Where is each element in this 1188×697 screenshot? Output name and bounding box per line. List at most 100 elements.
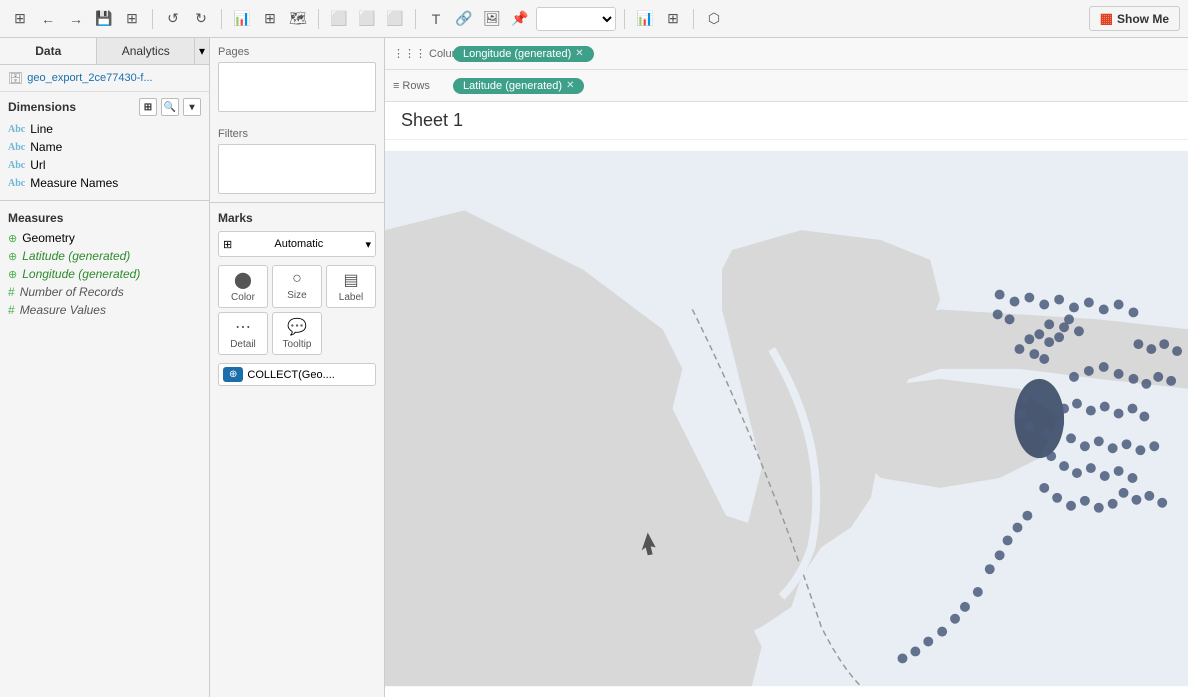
pages-shelf[interactable] xyxy=(218,62,376,112)
map-svg xyxy=(385,140,1188,697)
measure-num-records[interactable]: # Number of Records xyxy=(0,283,209,301)
abc-icon-measure-names: Abc xyxy=(8,178,25,189)
marks-type-icon: ⊞ xyxy=(223,238,232,251)
panel-tab-dropdown[interactable]: ▾ xyxy=(195,38,209,64)
columns-pill-close[interactable]: ✕ xyxy=(575,48,583,59)
dimensions-header: Dimensions ⊞ 🔍 ▾ xyxy=(0,92,209,120)
marks-detail-btn[interactable]: ⋯ Detail xyxy=(218,312,268,355)
hash-icon-values: # xyxy=(8,303,15,317)
dimensions-grid-btn[interactable]: ⊞ xyxy=(139,98,157,116)
marks-tooltip-btn[interactable]: 💬 Tooltip xyxy=(272,312,322,355)
data-source-name: geo_export_2ce77430-f... xyxy=(27,72,152,84)
marks-type-label: Automatic xyxy=(274,238,323,250)
measure-latitude-label: Latitude (generated) xyxy=(22,249,130,263)
collect-field-row[interactable]: ⊕ COLLECT(Geo.... xyxy=(218,363,376,386)
map-icon[interactable]: 🗺 xyxy=(286,7,310,31)
measure-geometry-label: Geometry xyxy=(22,231,75,245)
marks-tooltip-label: Tooltip xyxy=(283,339,312,350)
geo-icon-latitude: ⊕ xyxy=(8,250,17,263)
measures-divider xyxy=(0,200,209,201)
marks-color-btn[interactable]: ⬤ Color xyxy=(218,265,268,308)
table-icon[interactable]: ⊞ xyxy=(258,7,282,31)
redo-icon[interactable]: ↻ xyxy=(189,7,213,31)
pin-icon[interactable]: 📌 xyxy=(508,7,532,31)
size-icon: ○ xyxy=(292,270,302,288)
dim-name[interactable]: Abc Name xyxy=(0,138,209,156)
collect-tag: ⊕ xyxy=(223,367,243,382)
sep3 xyxy=(318,9,319,29)
tab-analytics[interactable]: Analytics xyxy=(97,38,194,64)
viz-type-dropdown[interactable] xyxy=(536,7,616,31)
dim-measure-names[interactable]: Abc Measure Names xyxy=(0,174,209,192)
back-icon[interactable]: ← xyxy=(36,7,60,31)
layout3-icon[interactable]: ⬜ xyxy=(383,7,407,31)
link-icon[interactable]: 🔗 xyxy=(452,7,476,31)
dashboard-icon[interactable]: ⊞ xyxy=(661,7,685,31)
filters-section: Filters xyxy=(210,120,384,202)
rows-pill-close[interactable]: ✕ xyxy=(566,80,574,91)
filters-shelf[interactable] xyxy=(218,144,376,194)
dim-line-label: Line xyxy=(30,122,53,136)
marks-size-label: Size xyxy=(287,290,306,301)
tooltip-icon: 💬 xyxy=(287,317,307,337)
measure-latitude[interactable]: ⊕ Latitude (generated) xyxy=(0,247,209,265)
abc-icon-name: Abc xyxy=(8,142,25,153)
marks-label: Marks xyxy=(218,211,376,225)
rows-shelf: ≡ Rows Latitude (generated) ✕ xyxy=(385,70,1188,102)
marks-detail-label: Detail xyxy=(230,339,256,350)
layout2-icon[interactable]: ⬜ xyxy=(355,7,379,31)
add-datasource-icon[interactable]: ⊞ xyxy=(120,7,144,31)
geo-icon-longitude: ⊕ xyxy=(8,268,17,281)
marks-type-dropdown[interactable]: ⊞ Automatic ▾ xyxy=(218,231,376,257)
forward-icon[interactable]: → xyxy=(64,7,88,31)
measure-longitude[interactable]: ⊕ Longitude (generated) xyxy=(0,265,209,283)
rows-icon: ≡ xyxy=(393,80,399,92)
detail-icon: ⋯ xyxy=(235,317,251,337)
home-icon[interactable]: ⊞ xyxy=(8,7,32,31)
collect-field-label: COLLECT(Geo.... xyxy=(247,369,334,381)
filters-label: Filters xyxy=(218,128,376,140)
share-icon[interactable]: ⬡ xyxy=(702,7,726,31)
undo-icon[interactable]: ↺ xyxy=(161,7,185,31)
measure-values[interactable]: # Measure Values xyxy=(0,301,209,319)
columns-pill[interactable]: Longitude (generated) ✕ xyxy=(453,46,594,62)
marks-buttons-grid: ⬤ Color ○ Size ▤ Label ⋯ Detail 💬 Too xyxy=(218,265,376,355)
dim-line[interactable]: Abc Line xyxy=(0,120,209,138)
dim-url[interactable]: Abc Url xyxy=(0,156,209,174)
columns-shelf: ⋮⋮⋮ Columns Longitude (generated) ✕ xyxy=(385,38,1188,70)
measure-longitude-label: Longitude (generated) xyxy=(22,267,140,281)
show-me-label: Show Me xyxy=(1117,12,1169,26)
marks-label-btn[interactable]: ▤ Label xyxy=(326,265,376,308)
marks-label-label: Label xyxy=(339,292,363,303)
sep4 xyxy=(415,9,416,29)
viz-area[interactable] xyxy=(385,140,1188,697)
columns-label: ⋮⋮⋮ Columns xyxy=(393,47,453,60)
abc-icon-line: Abc xyxy=(8,124,25,135)
data-source-row[interactable]: 🗄 geo_export_2ce77430-f... xyxy=(0,65,209,92)
chart-icon[interactable]: 📊 xyxy=(230,7,254,31)
save-icon[interactable]: 💾 xyxy=(92,7,116,31)
show-me-button[interactable]: ▦ Show Me xyxy=(1089,6,1180,31)
left-panel: Data Analytics ▾ 🗄 geo_export_2ce77430-f… xyxy=(0,38,210,697)
text-icon[interactable]: T xyxy=(424,7,448,31)
dimensions-menu-btn[interactable]: ▾ xyxy=(183,98,201,116)
columns-pill-label: Longitude (generated) xyxy=(463,48,571,60)
abc-icon-url: Abc xyxy=(8,160,25,171)
rows-pill[interactable]: Latitude (generated) ✕ xyxy=(453,78,584,94)
dim-url-label: Url xyxy=(30,158,45,172)
image-icon[interactable]: 🖼 xyxy=(480,7,504,31)
dim-name-label: Name xyxy=(30,140,62,154)
hash-icon-records: # xyxy=(8,285,15,299)
main-area: ⋮⋮⋮ Columns Longitude (generated) ✕ ≡ Ro… xyxy=(385,38,1188,697)
marks-size-btn[interactable]: ○ Size xyxy=(272,265,322,308)
dimensions-actions: ⊞ 🔍 ▾ xyxy=(139,98,201,116)
bar-chart-icon[interactable]: 📊 xyxy=(633,7,657,31)
dim-measure-names-label: Measure Names xyxy=(30,176,118,190)
dimensions-search-btn[interactable]: 🔍 xyxy=(161,98,179,116)
layout-icon[interactable]: ⬜ xyxy=(327,7,351,31)
measure-geometry[interactable]: ⊕ Geometry xyxy=(0,229,209,247)
center-panel: Pages Filters Marks ⊞ Automatic ▾ ⬤ Colo… xyxy=(210,38,385,697)
tab-data[interactable]: Data xyxy=(0,38,97,64)
sheet-title-text: Sheet 1 xyxy=(401,110,463,130)
geo-icon-geometry: ⊕ xyxy=(8,232,17,245)
